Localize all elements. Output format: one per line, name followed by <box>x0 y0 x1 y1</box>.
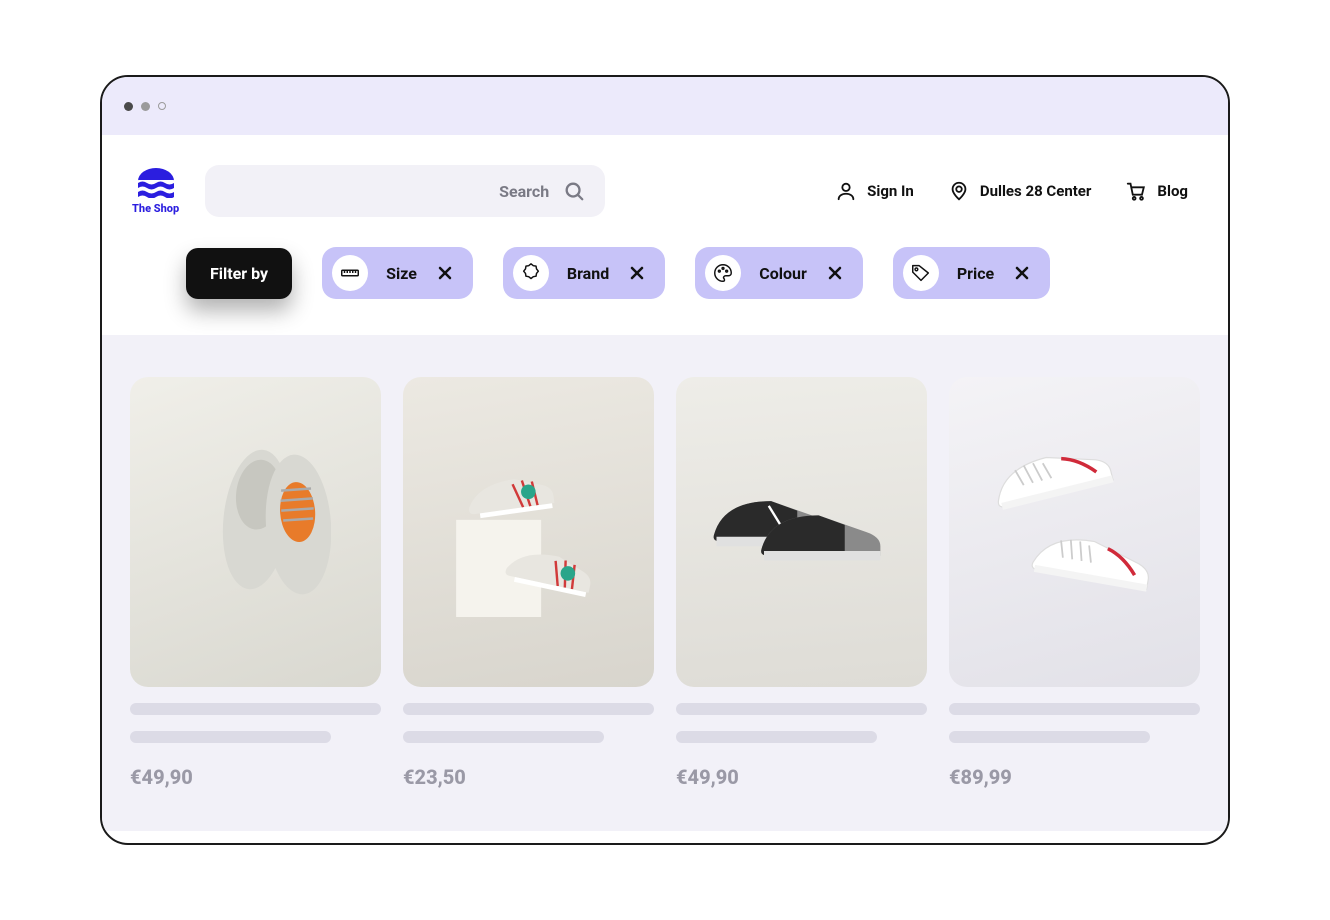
palette-icon <box>705 255 741 291</box>
product-price: €49,90 <box>130 765 381 789</box>
cart-icon <box>1125 180 1147 202</box>
product-card[interactable]: €23,50 <box>403 377 654 789</box>
search-input[interactable]: Search <box>205 165 605 217</box>
filter-label: Brand <box>567 264 609 283</box>
skeleton-line <box>403 703 654 715</box>
logo-text: The Shop <box>132 202 179 215</box>
skeleton-line <box>676 703 927 715</box>
header-links: Sign In Dulles 28 Center Blog <box>835 180 1188 202</box>
filter-pill-price[interactable]: Price <box>893 247 1050 299</box>
product-grid-section: €49,90 <box>102 335 1228 831</box>
product-price: €89,99 <box>949 765 1200 789</box>
filter-by-button[interactable]: Filter by <box>186 248 292 299</box>
filter-label: Size <box>386 264 417 283</box>
search-placeholder: Search <box>499 182 549 201</box>
browser-window: The Shop Search Sign In Dulles 28 Center <box>100 75 1230 845</box>
close-icon[interactable] <box>1012 265 1032 281</box>
product-card[interactable]: €89,99 <box>949 377 1200 789</box>
skeleton-line <box>130 731 331 743</box>
product-image <box>130 377 381 687</box>
skeleton-line <box>130 703 381 715</box>
filter-pill-size[interactable]: Size <box>322 247 473 299</box>
close-icon[interactable] <box>627 265 647 281</box>
window-close-dot[interactable] <box>124 102 133 111</box>
sign-in-label: Sign In <box>867 182 914 200</box>
product-card[interactable]: €49,90 <box>676 377 927 789</box>
filter-by-label: Filter by <box>210 264 268 283</box>
skeleton-line <box>676 731 877 743</box>
user-icon <box>835 180 857 202</box>
product-card[interactable]: €49,90 <box>130 377 381 789</box>
search-icon <box>563 180 585 202</box>
filter-label: Price <box>957 264 994 283</box>
window-minimize-dot[interactable] <box>141 102 150 111</box>
location-label: Dulles 28 Center <box>980 182 1092 200</box>
blog-label: Blog <box>1157 182 1188 200</box>
header: The Shop Search Sign In Dulles 28 Center <box>102 135 1228 247</box>
filter-bar: Filter by Size Brand Colour <box>102 247 1228 335</box>
filter-pill-brand[interactable]: Brand <box>503 247 665 299</box>
sign-in-link[interactable]: Sign In <box>835 180 914 202</box>
product-price: €23,50 <box>403 765 654 789</box>
badge-icon <box>513 255 549 291</box>
tag-icon <box>903 255 939 291</box>
logo[interactable]: The Shop <box>132 168 179 215</box>
skeleton-line <box>949 703 1200 715</box>
filter-pill-colour[interactable]: Colour <box>695 247 863 299</box>
close-icon[interactable] <box>435 265 455 281</box>
product-image <box>676 377 927 687</box>
location-link[interactable]: Dulles 28 Center <box>948 180 1092 202</box>
skeleton-line <box>403 731 604 743</box>
logo-mark-icon <box>138 168 174 198</box>
window-maximize-dot[interactable] <box>158 102 166 110</box>
titlebar <box>102 77 1228 135</box>
product-grid: €49,90 <box>130 377 1200 789</box>
blog-link[interactable]: Blog <box>1125 180 1188 202</box>
ruler-icon <box>332 255 368 291</box>
product-image <box>949 377 1200 687</box>
location-icon <box>948 180 970 202</box>
filter-label: Colour <box>759 264 807 283</box>
product-price: €49,90 <box>676 765 927 789</box>
product-image <box>403 377 654 687</box>
close-icon[interactable] <box>825 265 845 281</box>
skeleton-line <box>949 731 1150 743</box>
